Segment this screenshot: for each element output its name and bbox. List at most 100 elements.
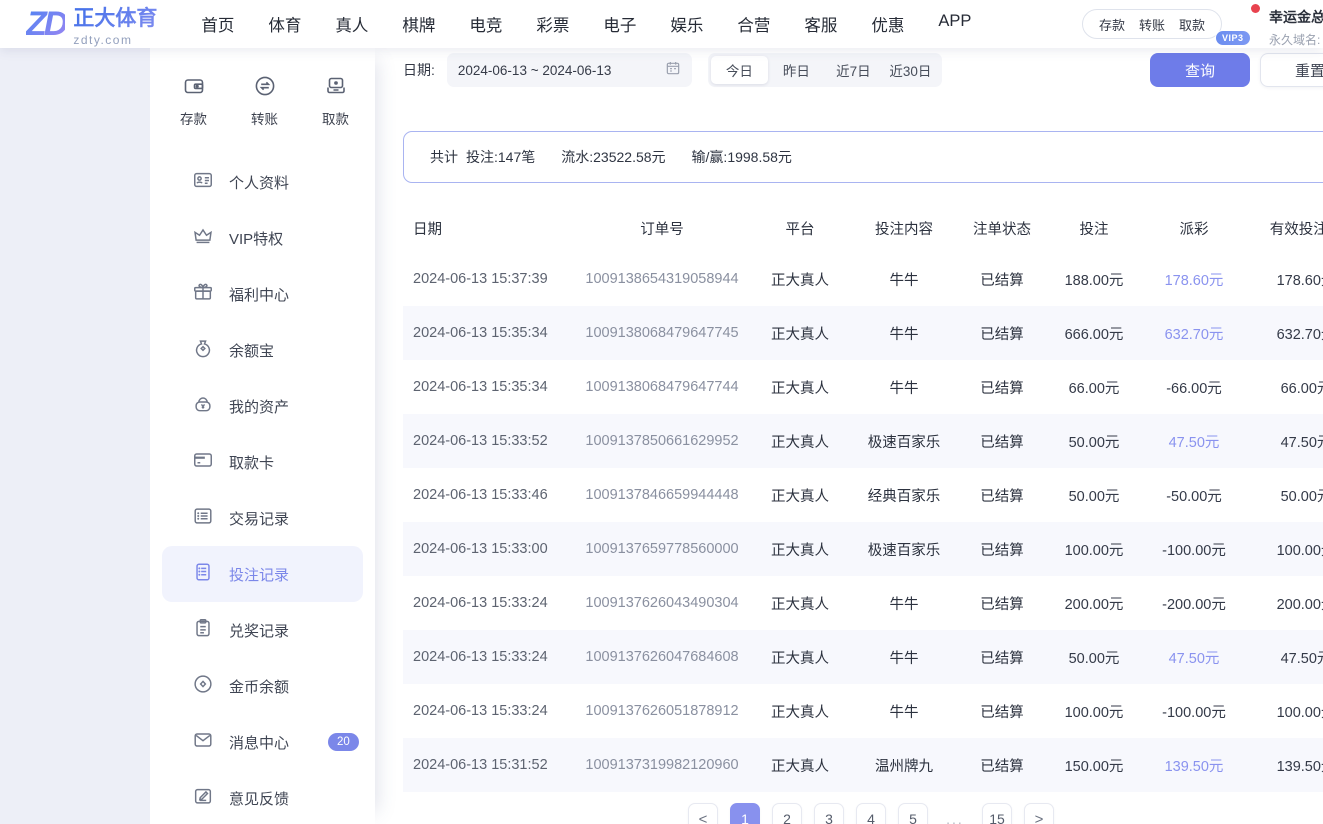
nav-service[interactable]: 客服: [804, 12, 837, 36]
cell-valid: 178.60元: [1250, 269, 1323, 290]
prev-page-button[interactable]: <: [688, 803, 718, 824]
cell-date: 2024-06-13 15:33:24: [403, 649, 578, 665]
clipboard-icon: [192, 617, 214, 643]
cell-payout: -200.00元: [1138, 593, 1250, 614]
cell-platform: 正大真人: [746, 269, 854, 290]
cell-valid: 139.50元: [1250, 755, 1323, 776]
pill-transfer-link[interactable]: 转账: [1139, 15, 1165, 34]
col-valid: 有效投注额: [1250, 218, 1323, 239]
cell-status: 已结算: [954, 269, 1050, 290]
list-icon: [192, 505, 214, 531]
summary-turnover: 流水:23522.58元: [561, 147, 665, 167]
query-button[interactable]: 查询: [1150, 53, 1250, 87]
user-domain-note: 永久域名: z: [1269, 31, 1323, 48]
summary-bar: 共计 投注:147笔 流水:23522.58元 输/赢:1998.58元: [403, 131, 1323, 183]
preset-last30[interactable]: 近30日: [882, 56, 939, 84]
cell-payout: -66.00元: [1138, 377, 1250, 398]
page-button-2[interactable]: 2: [772, 803, 802, 824]
sidebar-item-coin-balance[interactable]: 金币余额: [150, 658, 375, 714]
cell-date: 2024-06-13 15:33:52: [403, 433, 578, 449]
quick-action-withdraw[interactable]: 取款: [322, 74, 349, 128]
cell-content: 经典百家乐: [854, 485, 954, 506]
atm-icon: [324, 74, 348, 101]
notification-dot: [1251, 4, 1260, 13]
nav-entertainment[interactable]: 娱乐: [670, 12, 703, 36]
cell-platform: 正大真人: [746, 539, 854, 560]
cell-payout: -100.00元: [1138, 539, 1250, 560]
page-button-5[interactable]: 5: [898, 803, 928, 824]
cell-bet: 50.00元: [1050, 647, 1138, 668]
sidebar-item-vip[interactable]: VIP特权: [150, 210, 375, 266]
pill-deposit-link[interactable]: 存款: [1099, 15, 1125, 34]
page-button-3[interactable]: 3: [814, 803, 844, 824]
nav-partnership[interactable]: 合营: [737, 12, 770, 36]
logo-mark-icon: ZD: [26, 7, 65, 41]
nav-cards[interactable]: 棋牌: [402, 12, 435, 36]
table-row: 2024-06-13 15:37:391009138654319058944正大…: [403, 252, 1323, 306]
bank-card-icon: [192, 449, 214, 475]
page-button-1[interactable]: 1: [730, 803, 760, 824]
nav-slots[interactable]: 电子: [603, 12, 636, 36]
sidebar-item-messages[interactable]: 消息中心 20: [150, 714, 375, 770]
reset-button[interactable]: 重置: [1260, 53, 1323, 87]
pill-withdraw-link[interactable]: 取款: [1179, 15, 1205, 34]
sidebar-item-yuebao[interactable]: 余额宝: [150, 322, 375, 378]
col-status: 注单状态: [954, 218, 1050, 239]
cell-valid: 200.00元: [1250, 593, 1323, 614]
cell-platform: 正大真人: [746, 593, 854, 614]
nav-home[interactable]: 首页: [201, 12, 234, 36]
sidebar-item-label: 福利中心: [229, 284, 289, 305]
nav-lottery[interactable]: 彩票: [536, 12, 569, 36]
sidebar-item-bet-records[interactable]: 投注记录: [162, 546, 363, 602]
page-button-4[interactable]: 4: [856, 803, 886, 824]
sidebar-item-profile[interactable]: 个人资料: [150, 154, 375, 210]
logo-title: 正大体育: [73, 2, 157, 32]
nav-esports[interactable]: 电竞: [469, 12, 502, 36]
next-page-button[interactable]: >: [1024, 803, 1054, 824]
sidebar-item-welfare[interactable]: 福利中心: [150, 266, 375, 322]
cell-order: 1009138068479647744: [578, 379, 746, 395]
cell-date: 2024-06-13 15:35:34: [403, 379, 578, 395]
sidebar-item-feedback[interactable]: 意见反馈: [150, 770, 375, 824]
summary-bets: 投注:147笔: [466, 147, 535, 167]
cell-status: 已结算: [954, 323, 1050, 344]
col-payout: 派彩: [1138, 218, 1250, 239]
logo-domain: zdty.com: [73, 33, 157, 47]
site-logo[interactable]: ZD 正大体育 zdty.com: [26, 2, 157, 47]
main-content: 日期: 2024-06-13 ~ 2024-06-13 今日 昨日 近7日 近3…: [375, 48, 1323, 824]
cell-content: 极速百家乐: [854, 431, 954, 452]
cell-status: 已结算: [954, 377, 1050, 398]
cell-content: 牛牛: [854, 701, 954, 722]
sidebar-item-transactions[interactable]: 交易记录: [150, 490, 375, 546]
user-profile[interactable]: VIP3 幸运金总 永久域名: z: [1222, 4, 1323, 48]
sidebar-item-label: VIP特权: [229, 228, 283, 249]
table-row: 2024-06-13 15:31:521009137319982120960正大…: [403, 738, 1323, 792]
nav-sports[interactable]: 体育: [268, 12, 301, 36]
pagination: < 12345...15 >: [403, 803, 1323, 824]
cell-date: 2024-06-13 15:37:39: [403, 271, 578, 287]
nav-app[interactable]: APP: [938, 12, 971, 36]
quick-action-transfer[interactable]: 转账: [251, 74, 278, 128]
table-row: 2024-06-13 15:35:341009138068479647744正大…: [403, 360, 1323, 414]
wallet-quick-pill: 存款 转账 取款: [1082, 9, 1222, 39]
feedback-icon: [192, 785, 214, 811]
calendar-icon[interactable]: [665, 60, 681, 81]
table-row: 2024-06-13 15:33:001009137659778560000正大…: [403, 522, 1323, 576]
sidebar-item-assets[interactable]: 我的资产: [150, 378, 375, 434]
preset-last7[interactable]: 近7日: [825, 56, 882, 84]
sidebar-item-withdraw-card[interactable]: 取款卡: [150, 434, 375, 490]
nav-promo[interactable]: 优惠: [871, 12, 904, 36]
col-bet: 投注: [1050, 218, 1138, 239]
cell-date: 2024-06-13 15:33:24: [403, 595, 578, 611]
sidebar-item-prize-records[interactable]: 兑奖记录: [150, 602, 375, 658]
cell-date: 2024-06-13 15:33:46: [403, 487, 578, 503]
preset-yesterday[interactable]: 昨日: [768, 56, 825, 84]
quick-action-label: 存款: [180, 108, 207, 128]
page-button-15[interactable]: 15: [982, 803, 1012, 824]
left-background-strip: [0, 48, 150, 824]
nav-live[interactable]: 真人: [335, 12, 368, 36]
quick-action-deposit[interactable]: 存款: [180, 74, 207, 128]
preset-today[interactable]: 今日: [711, 56, 768, 84]
table-row: 2024-06-13 15:33:461009137846659944448正大…: [403, 468, 1323, 522]
date-range-input[interactable]: 2024-06-13 ~ 2024-06-13: [447, 53, 692, 87]
